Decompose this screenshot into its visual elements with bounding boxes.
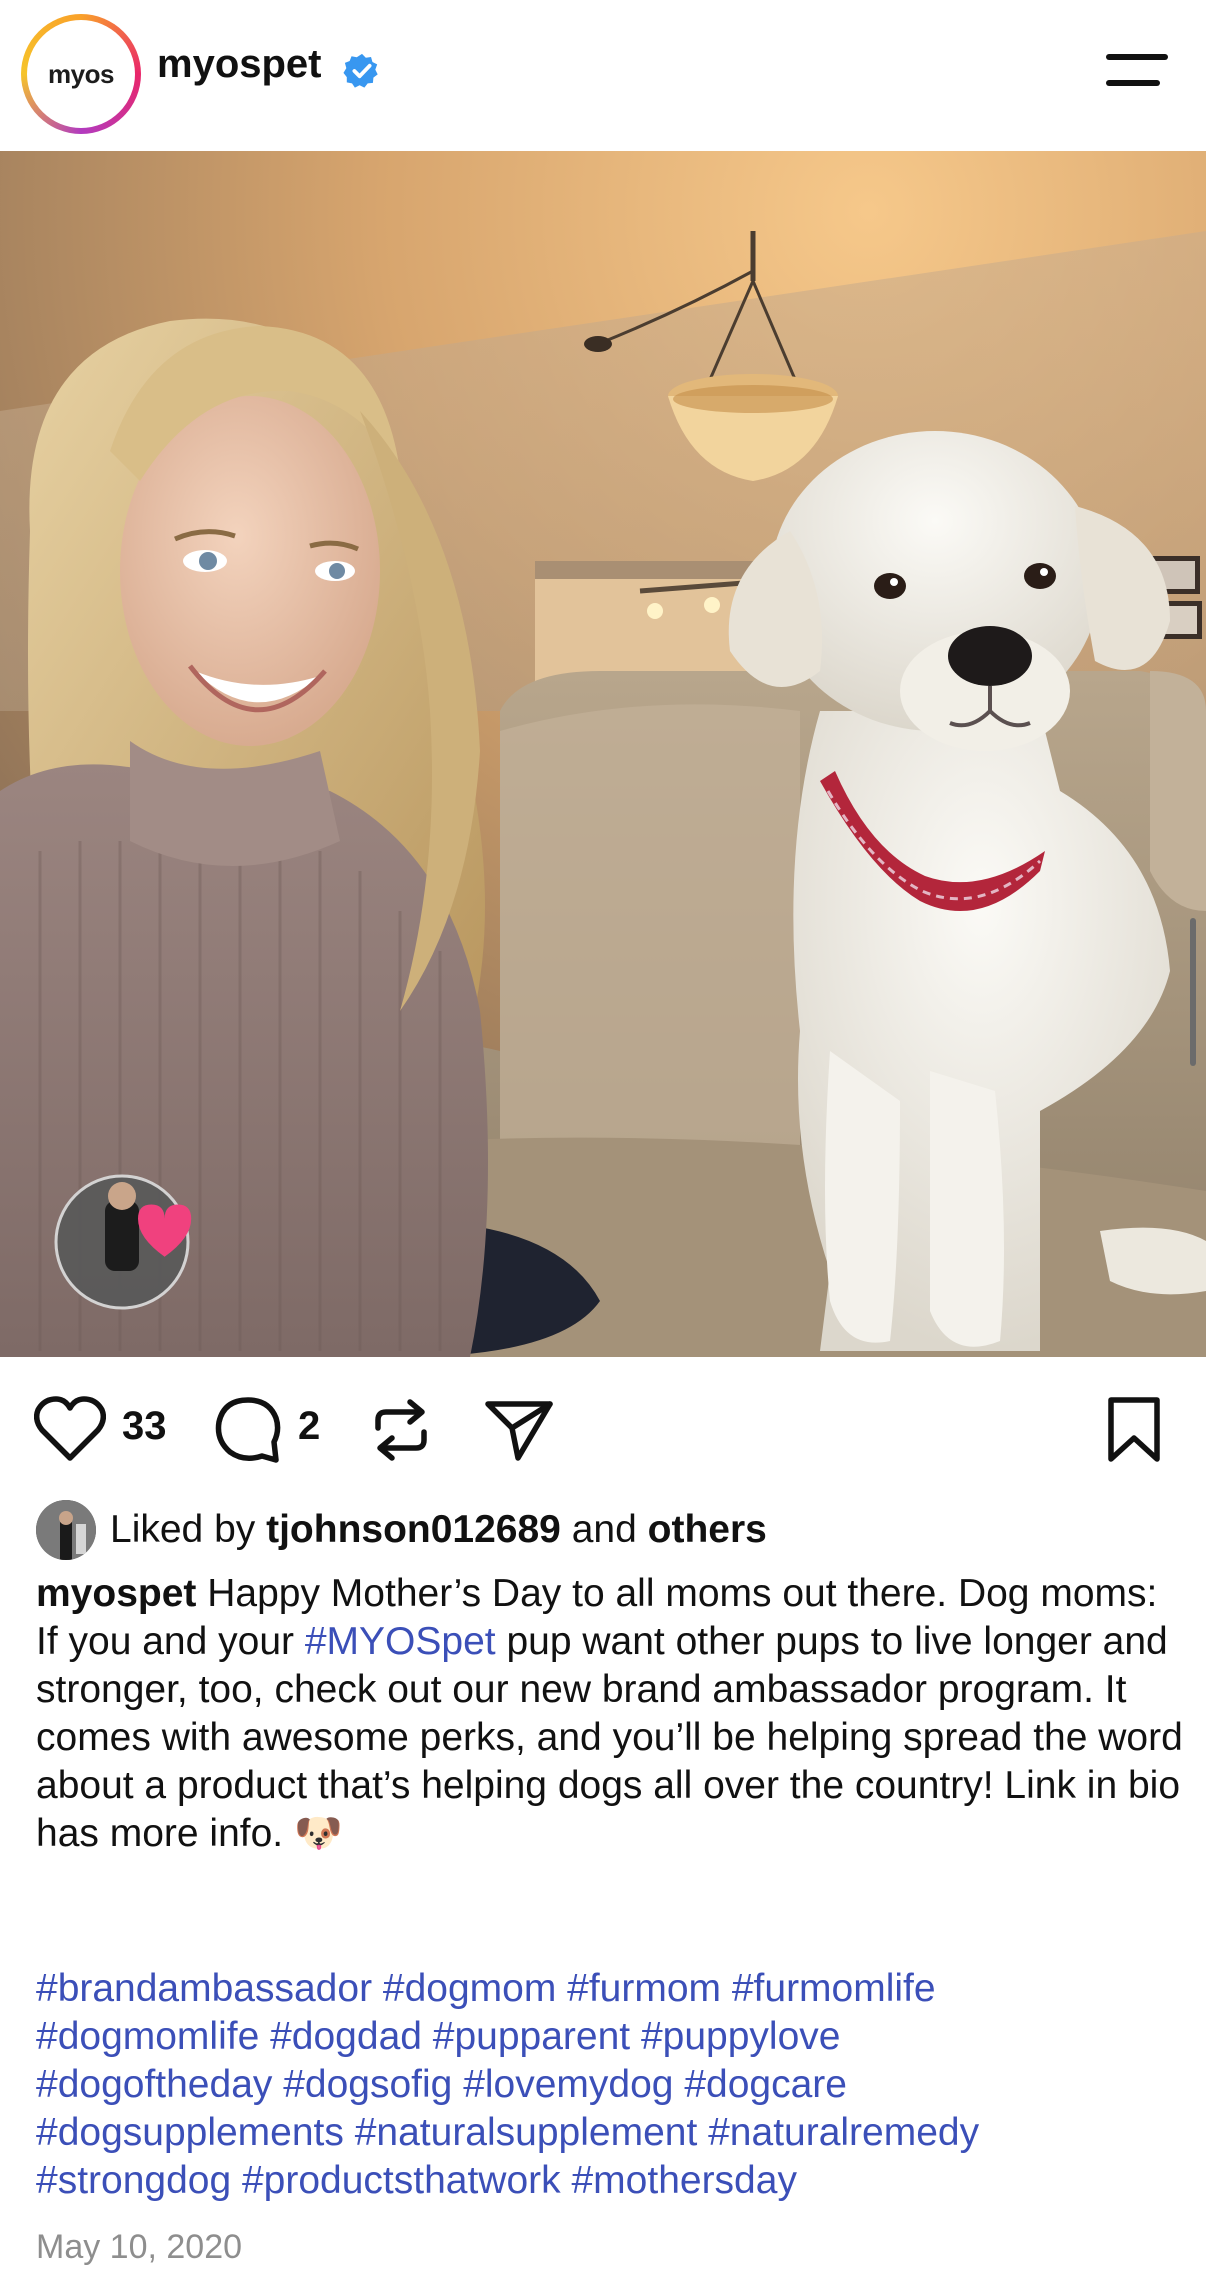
post-photo[interactable] [0,151,1206,1357]
comment-count[interactable]: 2 [298,1404,320,1449]
liked-by-joiner: and [571,1508,637,1551]
scrollbar[interactable] [1190,918,1196,1066]
liked-by-user-link[interactable]: tjohnson012689 [266,1508,561,1551]
post-header: myos myospet [0,0,1206,151]
verified-badge-icon [343,53,378,88]
repost-icon[interactable] [370,1398,432,1462]
dog-emoji-icon: 🐶 [293,1812,343,1855]
share-send-icon[interactable] [484,1398,554,1462]
hashtag-line[interactable]: #strongdog #productsthatwork #mothersday [36,2157,1186,2205]
hashtag-line[interactable]: #dogmomlife #dogdad #pupparent #puppylov… [36,2013,1186,2061]
username-link[interactable]: myospet [157,42,322,87]
hashtag-line[interactable]: #dogsupplements #naturalsupplement #natu… [36,2109,1186,2157]
liker-avatar[interactable] [36,1500,96,1560]
comment-bubble-icon[interactable] [214,1396,282,1464]
avatar-logo: myos [27,20,135,128]
hashtag-line[interactable]: #dogoftheday #dogsofig #lovemydog #dogca… [36,2061,1186,2109]
caption-hashtag-link[interactable]: #MYOSpet [305,1620,496,1663]
hamburger-menu-icon[interactable] [1106,54,1172,90]
like-heart-icon[interactable] [34,1396,106,1462]
like-count[interactable]: 33 [122,1404,167,1449]
liked-by-others-link[interactable]: others [648,1508,767,1551]
post-photo-illustration [0,151,1206,1357]
hashtag-line[interactable]: #brandambassador #dogmom #furmom #furmom… [36,1965,1186,2013]
hashtag-block: #brandambassador #dogmom #furmom #furmom… [36,1965,1186,2205]
liked-by-prefix: Liked by [110,1508,256,1551]
liked-by-row: Liked by tjohnson012689 and others [36,1500,1186,1562]
profile-avatar[interactable]: myos [21,14,141,134]
caption-username-link[interactable]: myospet [36,1572,196,1615]
post-caption: myospet Happy Mother’s Day to all moms o… [36,1570,1186,1858]
liked-by-text: Liked by tjohnson012689 and others [110,1508,767,1552]
post-date: May 10, 2020 [36,2228,243,2266]
save-bookmark-icon[interactable] [1106,1396,1162,1464]
post-actions-bar: 33 2 [0,1390,1206,1470]
avatar-logo-text: myos [48,58,114,89]
